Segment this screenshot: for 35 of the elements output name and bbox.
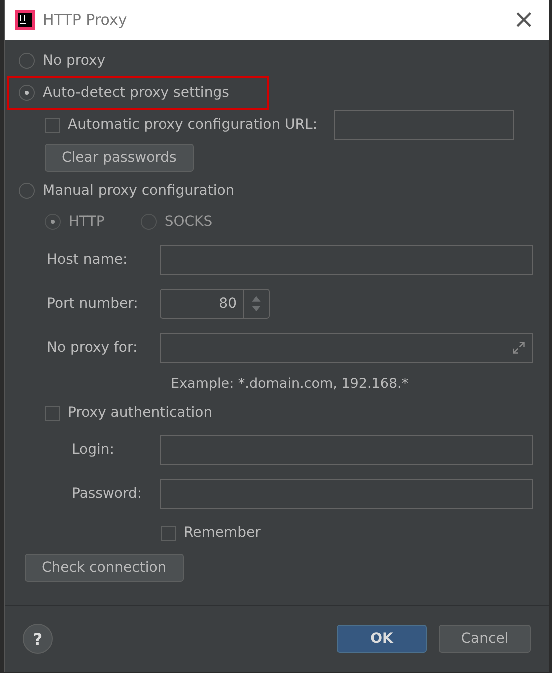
field-label: Host name:: [47, 252, 129, 268]
cancel-button[interactable]: Cancel: [439, 625, 531, 653]
expand-icon[interactable]: [512, 341, 526, 355]
ok-button[interactable]: OK: [337, 625, 427, 653]
radio-button[interactable]: [19, 183, 35, 199]
port-spinner[interactable]: 80: [160, 289, 270, 319]
checkbox-label: Remember: [184, 525, 261, 541]
password-field[interactable]: [160, 479, 533, 509]
radio-label: Manual proxy configuration: [43, 183, 235, 199]
app-logo-icon: [15, 10, 35, 30]
radio-button[interactable]: [19, 53, 35, 69]
hint-text: Example: *.domain.com, 192.168.*: [170, 375, 410, 394]
check-connection-button[interactable]: Check connection: [25, 554, 184, 582]
checkbox[interactable]: [45, 118, 60, 132]
host-field[interactable]: [160, 245, 533, 275]
window-title: HTTP Proxy: [43, 11, 128, 29]
radio-label: SOCKS: [164, 214, 213, 230]
checkbox-label: Proxy authentication: [68, 405, 213, 421]
field-label: Port number:: [47, 296, 140, 312]
no-proxy-field[interactable]: [160, 333, 533, 363]
clear-passwords-button[interactable]: Clear passwords: [45, 144, 194, 172]
radio-label: HTTP: [69, 214, 105, 230]
url-field[interactable]: [334, 110, 514, 140]
field-label: Login:: [71, 442, 116, 458]
checkbox-label: Automatic proxy configuration URL:: [68, 117, 318, 133]
close-button[interactable]: ×: [509, 7, 539, 33]
field-label: Password:: [71, 486, 144, 502]
radio-label: No proxy: [43, 53, 106, 69]
checkbox[interactable]: [45, 406, 60, 420]
help-button[interactable]: ?: [23, 624, 53, 654]
checkbox[interactable]: [161, 526, 176, 540]
login-field[interactable]: [160, 435, 533, 465]
radio-button[interactable]: [19, 85, 35, 101]
radio-label: Auto-detect proxy settings: [43, 85, 230, 101]
field-label: No proxy for:: [47, 340, 139, 356]
